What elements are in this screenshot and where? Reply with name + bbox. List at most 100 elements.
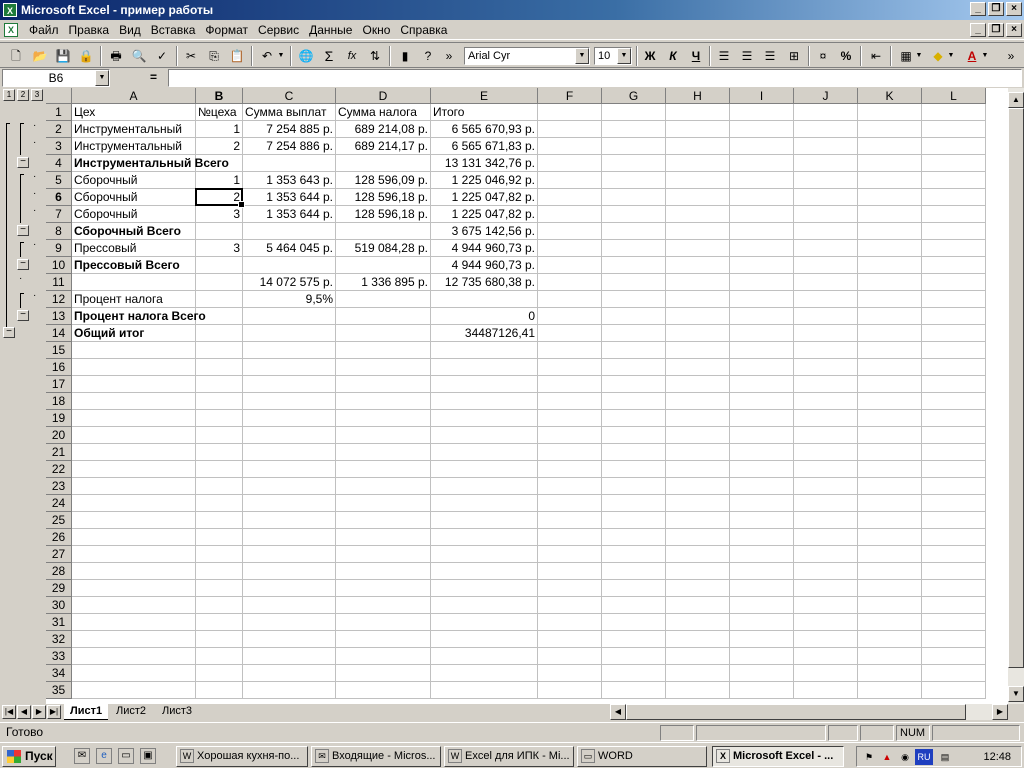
cell-L2[interactable] (922, 121, 986, 138)
cell-G32[interactable] (602, 631, 666, 648)
collapse-group-row13-button[interactable]: − (17, 310, 29, 321)
vertical-scroll-thumb[interactable] (1008, 108, 1024, 668)
cell-E1[interactable]: Итого (431, 104, 538, 121)
cell-G25[interactable] (602, 512, 666, 529)
cell-J18[interactable] (794, 393, 858, 410)
cell-H31[interactable] (666, 614, 730, 631)
row-header-3[interactable]: 3 (46, 138, 72, 155)
row-header-22[interactable]: 22 (46, 461, 72, 478)
row-header-26[interactable]: 26 (46, 529, 72, 546)
workbook-icon[interactable]: X (4, 23, 18, 37)
cell-I4[interactable] (730, 155, 794, 172)
cell-K23[interactable] (858, 478, 922, 495)
cell-D28[interactable] (336, 563, 431, 580)
row-header-19[interactable]: 19 (46, 410, 72, 427)
cell-B8[interactable] (196, 223, 243, 240)
display-tray-icon[interactable]: ▤ (937, 749, 953, 765)
cell-C35[interactable] (243, 682, 336, 699)
cell-H27[interactable] (666, 546, 730, 563)
cell-G16[interactable] (602, 359, 666, 376)
row-header-35[interactable]: 35 (46, 682, 72, 699)
cell-F15[interactable] (538, 342, 602, 359)
cell-L34[interactable] (922, 665, 986, 682)
cell-C7[interactable]: 1 353 644 р. (243, 206, 336, 223)
cell-D14[interactable] (336, 325, 431, 342)
cell-J26[interactable] (794, 529, 858, 546)
cell-I35[interactable] (730, 682, 794, 699)
cell-L24[interactable] (922, 495, 986, 512)
cell-E8[interactable]: 3 675 142,56 р. (431, 223, 538, 240)
row-header-32[interactable]: 32 (46, 631, 72, 648)
cell-B28[interactable] (196, 563, 243, 580)
cell-E29[interactable] (431, 580, 538, 597)
undo-icon[interactable]: ↶ (257, 46, 277, 66)
column-header-H[interactable]: H (666, 88, 730, 104)
menu-view[interactable]: Вид (114, 23, 146, 37)
cell-D17[interactable] (336, 376, 431, 393)
cell-G30[interactable] (602, 597, 666, 614)
cell-C2[interactable]: 7 254 885 р. (243, 121, 336, 138)
next-sheet-icon[interactable]: ▶ (32, 705, 46, 719)
scroll-up-icon[interactable]: ▲ (1008, 92, 1024, 108)
cell-I27[interactable] (730, 546, 794, 563)
cell-I33[interactable] (730, 648, 794, 665)
cell-L14[interactable] (922, 325, 986, 342)
cell-D15[interactable] (336, 342, 431, 359)
cell-E11[interactable]: 12 735 680,38 р. (431, 274, 538, 291)
font-color-icon[interactable]: A (962, 46, 982, 66)
cell-H33[interactable] (666, 648, 730, 665)
cell-E21[interactable] (431, 444, 538, 461)
vertical-scrollbar[interactable]: ▲ ▼ (1008, 88, 1024, 704)
cell-L15[interactable] (922, 342, 986, 359)
cell-C14[interactable] (243, 325, 336, 342)
outlook-quicklaunch-icon[interactable]: ✉ (74, 748, 90, 764)
cell-C5[interactable]: 1 353 643 р. (243, 172, 336, 189)
outline-level-2-button[interactable]: 2 (17, 89, 29, 101)
cell-E23[interactable] (431, 478, 538, 495)
cell-F25[interactable] (538, 512, 602, 529)
cell-I14[interactable] (730, 325, 794, 342)
menu-tools[interactable]: Сервис (253, 23, 304, 37)
cell-G13[interactable] (602, 308, 666, 325)
cell-F20[interactable] (538, 427, 602, 444)
row-header-18[interactable]: 18 (46, 393, 72, 410)
cell-K26[interactable] (858, 529, 922, 546)
cell-A28[interactable] (72, 563, 196, 580)
cell-C15[interactable] (243, 342, 336, 359)
cell-J10[interactable] (794, 257, 858, 274)
underline-button[interactable]: Ч (686, 46, 706, 66)
row-header-29[interactable]: 29 (46, 580, 72, 597)
cell-A6[interactable]: Сборочный (72, 189, 196, 206)
cell-G17[interactable] (602, 376, 666, 393)
decrease-indent-icon[interactable]: ⇤ (866, 46, 886, 66)
title-bar[interactable]: X Microsoft Excel - пример работы _ ❐ × (0, 0, 1024, 20)
column-header-K[interactable]: K (858, 88, 922, 104)
cell-A27[interactable] (72, 546, 196, 563)
undo-dropdown-icon[interactable]: ▼ (276, 46, 286, 66)
cell-C11[interactable]: 14 072 575 р. (243, 274, 336, 291)
cell-H29[interactable] (666, 580, 730, 597)
cell-I18[interactable] (730, 393, 794, 410)
cell-J17[interactable] (794, 376, 858, 393)
cell-E12[interactable] (431, 291, 538, 308)
font-size-select[interactable]: 10 ▼ (594, 47, 632, 65)
cell-E5[interactable]: 1 225 046,92 р. (431, 172, 538, 189)
cell-F28[interactable] (538, 563, 602, 580)
row-header-14[interactable]: 14 (46, 325, 72, 342)
cell-A12[interactable]: Процент налога (72, 291, 196, 308)
cell-B4[interactable] (196, 155, 243, 172)
cell-J35[interactable] (794, 682, 858, 699)
row-header-25[interactable]: 25 (46, 512, 72, 529)
cell-L5[interactable] (922, 172, 986, 189)
cell-B35[interactable] (196, 682, 243, 699)
cell-D4[interactable] (336, 155, 431, 172)
cell-I29[interactable] (730, 580, 794, 597)
cell-D8[interactable] (336, 223, 431, 240)
cell-H17[interactable] (666, 376, 730, 393)
cell-C9[interactable]: 5 464 045 р. (243, 240, 336, 257)
cell-E25[interactable] (431, 512, 538, 529)
row-header-1[interactable]: 1 (46, 104, 72, 121)
cell-G26[interactable] (602, 529, 666, 546)
cell-I15[interactable] (730, 342, 794, 359)
cell-D16[interactable] (336, 359, 431, 376)
